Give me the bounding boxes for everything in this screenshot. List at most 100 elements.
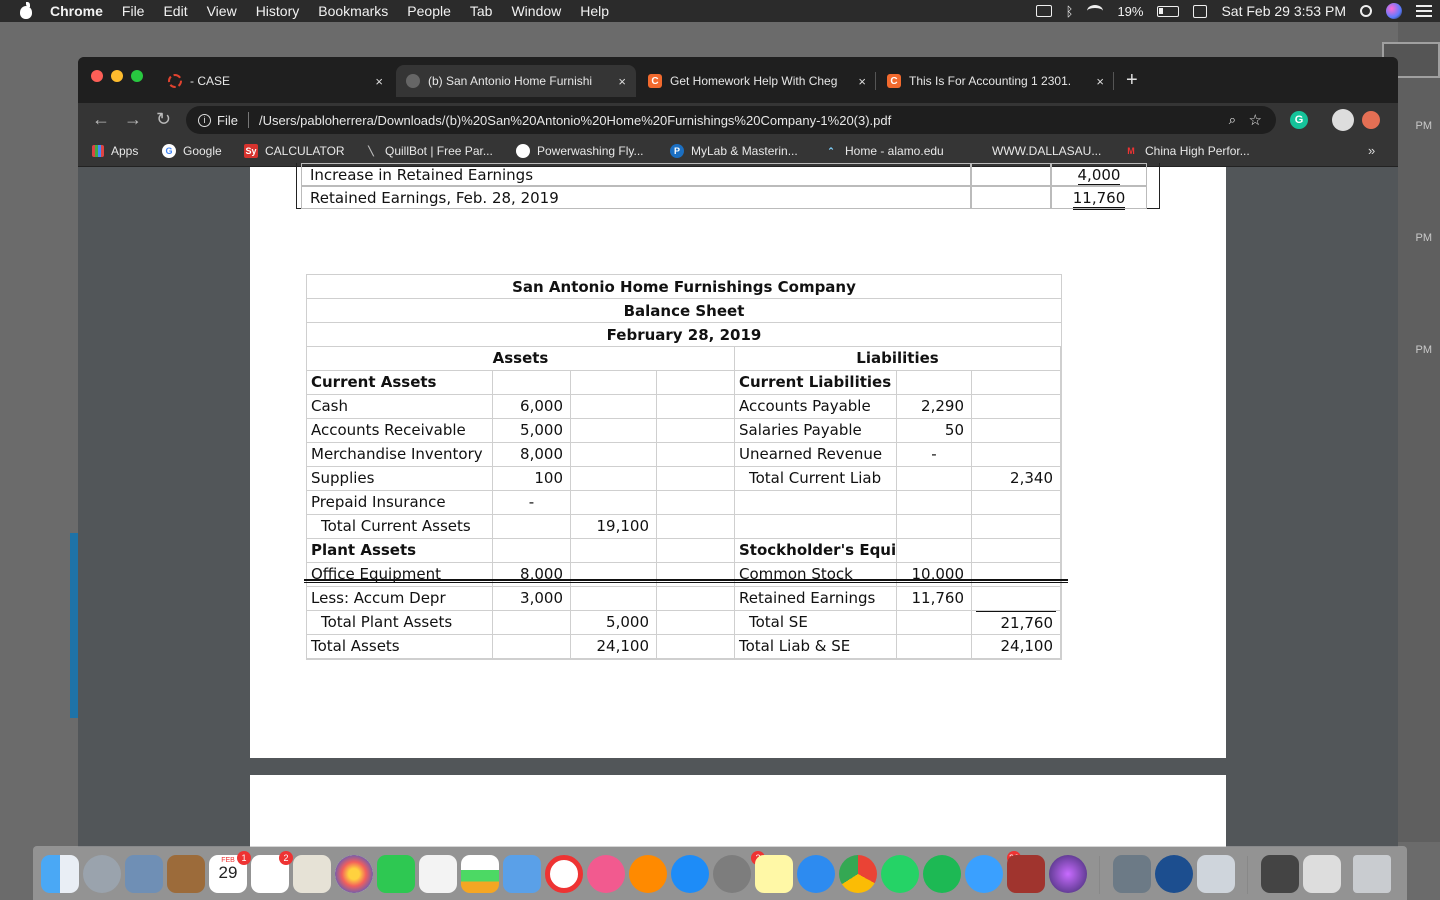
bookmark-star-icon[interactable]: ☆: [1249, 111, 1262, 129]
menu-tab[interactable]: Tab: [470, 3, 493, 19]
bookmark-google[interactable]: G Google: [162, 144, 222, 158]
menu-history[interactable]: History: [256, 3, 300, 19]
tab-title: Get Homework Help With Cheg: [670, 74, 838, 88]
maps-icon[interactable]: [293, 855, 331, 893]
desktop-file-label: PM: [1415, 232, 1433, 244]
launchpad-icon[interactable]: [83, 855, 121, 893]
wifi-icon[interactable]: [1087, 5, 1104, 17]
bluetooth-icon[interactable]: ᛒ: [1066, 4, 1074, 19]
photos-icon[interactable]: [335, 855, 373, 893]
calculator-icon[interactable]: [1113, 855, 1151, 893]
keyboard-layout-icon[interactable]: [1193, 4, 1208, 18]
applications-stack-icon[interactable]: [1303, 855, 1341, 893]
bookmark-quillbot[interactable]: ╲ QuillBot | Free Par...: [364, 144, 493, 158]
app-store-icon[interactable]: [671, 855, 709, 893]
back-arrow-icon[interactable]: ←: [92, 109, 110, 129]
bookmark-apps[interactable]: Apps: [92, 144, 138, 158]
site-info-icon[interactable]: i: [198, 113, 211, 127]
bookmark-label: MyLab & Masterin...: [691, 144, 798, 158]
facetime-icon[interactable]: [377, 855, 415, 893]
spotify-icon[interactable]: [923, 855, 961, 893]
notes-icon[interactable]: [755, 855, 793, 893]
keynote-icon[interactable]: [503, 855, 541, 893]
menu-app-chrome[interactable]: Chrome: [50, 3, 103, 19]
no-entry-icon[interactable]: [545, 855, 583, 893]
close-tab-icon[interactable]: ×: [858, 74, 866, 89]
merchandise-inventory-value: 8,000: [493, 443, 571, 467]
total-liab-se-value: 24,100: [972, 635, 1061, 659]
bookmarks-overflow-icon[interactable]: »: [1368, 143, 1375, 158]
common-stock-label: Common Stock: [735, 563, 897, 587]
system-preferences-icon[interactable]: [713, 855, 751, 893]
forward-arrow-icon[interactable]: →: [124, 109, 142, 129]
safari-icon[interactable]: [797, 855, 835, 893]
menu-bookmarks[interactable]: Bookmarks: [318, 3, 388, 19]
bookmark-powerwashing[interactable]: Powerwashing Fly...: [516, 144, 643, 158]
siri-dock-icon[interactable]: [1049, 855, 1087, 893]
address-bar[interactable]: i File /Users/pabloherrera/Downloads/(b)…: [186, 106, 1276, 134]
tab-strip: - CASE × (b) San Antonio Home Furnishi ×…: [78, 57, 1398, 103]
spotlight-search-icon[interactable]: [1360, 5, 1372, 17]
bookmark-dallasau[interactable]: WWW.DALLASAU...: [992, 144, 1101, 158]
close-tab-icon[interactable]: ×: [618, 74, 626, 89]
re-increase-value: 4,000: [1051, 163, 1147, 186]
grammarly-extension-icon[interactable]: G: [1290, 111, 1308, 129]
apple-menu-icon[interactable]: [18, 2, 34, 19]
textedit-icon[interactable]: [419, 855, 457, 893]
tab-chegg-homework[interactable]: C Get Homework Help With Cheg ×: [638, 65, 876, 97]
minimize-window-button[interactable]: [111, 70, 123, 82]
zoom-magnifier-icon[interactable]: ⌕: [1229, 112, 1236, 128]
close-window-button[interactable]: [91, 70, 103, 82]
dock-separator: [1099, 856, 1100, 894]
chrome-update-icon[interactable]: [1362, 111, 1380, 129]
numbers-icon[interactable]: [461, 855, 499, 893]
notification-center-icon[interactable]: [1416, 5, 1432, 17]
tab-case[interactable]: - CASE ×: [158, 65, 393, 97]
siri-icon[interactable]: [1386, 3, 1402, 19]
messages-icon[interactable]: [965, 855, 1003, 893]
menu-window[interactable]: Window: [511, 3, 561, 19]
books-icon[interactable]: [629, 855, 667, 893]
preview-icon[interactable]: [1197, 855, 1235, 893]
dictionary-icon[interactable]: [1007, 855, 1045, 893]
airplay-icon[interactable]: [1035, 5, 1052, 17]
zoom-window-button[interactable]: [131, 70, 143, 82]
total-se-value: 21,760: [972, 611, 1061, 635]
menu-people[interactable]: People: [407, 3, 451, 19]
brand-m-icon: M: [1127, 146, 1135, 156]
quicktime-icon[interactable]: [1155, 855, 1193, 893]
trash-icon[interactable]: [1353, 855, 1391, 893]
new-tab-button[interactable]: +: [1126, 69, 1138, 92]
finder-icon[interactable]: [41, 855, 79, 893]
close-tab-icon[interactable]: ×: [375, 74, 383, 89]
supplies-label: Supplies: [307, 467, 493, 491]
menu-edit[interactable]: Edit: [163, 3, 187, 19]
tab-san-antonio-pdf[interactable]: (b) San Antonio Home Furnishi ×: [396, 65, 636, 97]
menu-file[interactable]: File: [122, 3, 145, 19]
salaries-payable-label: Salaries Payable: [735, 419, 897, 443]
image-capture-icon[interactable]: [125, 855, 163, 893]
chrome-icon[interactable]: [839, 855, 877, 893]
bookmark-china-high[interactable]: M China High Perfor...: [1124, 144, 1249, 158]
notification-badge: 1: [237, 851, 251, 865]
bookmark-mylab[interactable]: P MyLab & Masterin...: [670, 144, 798, 158]
bookmark-alamo[interactable]: ⌃ Home - alamo.edu: [824, 144, 944, 158]
downloads-stack-icon[interactable]: [1261, 855, 1299, 893]
quillbot-icon: ╲: [368, 145, 374, 156]
total-current-liabilities-label: Total Current Liab: [735, 467, 897, 491]
unearned-revenue-label: Unearned Revenue: [735, 443, 897, 467]
whatsapp-icon[interactable]: [881, 855, 919, 893]
profile-avatar[interactable]: [1332, 109, 1354, 131]
accounts-receivable-value: 5,000: [493, 419, 571, 443]
reload-icon[interactable]: ↻: [156, 109, 171, 129]
menu-view[interactable]: View: [207, 3, 237, 19]
music-icon[interactable]: [587, 855, 625, 893]
tab-chegg-accounting[interactable]: C This Is For Accounting 1 2301. ×: [877, 65, 1114, 97]
contacts-icon[interactable]: [167, 855, 205, 893]
menubar-clock[interactable]: Sat Feb 29 3:53 PM: [1221, 3, 1346, 19]
menu-help[interactable]: Help: [580, 3, 609, 19]
url-text[interactable]: /Users/pabloherrera/Downloads/(b)%20San%…: [259, 113, 891, 128]
battery-icon[interactable]: [1157, 5, 1180, 17]
bookmark-calculator[interactable]: Sy CALCULATOR: [244, 144, 345, 158]
close-tab-icon[interactable]: ×: [1096, 74, 1104, 89]
